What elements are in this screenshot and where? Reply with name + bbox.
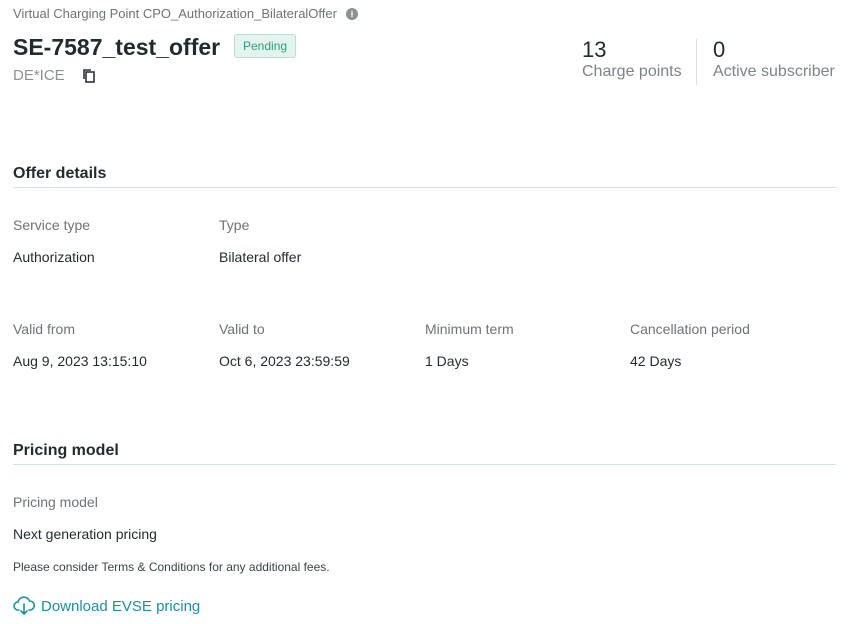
- cancellation-period-label: Cancellation period: [630, 321, 750, 337]
- operator-id-row: DE*ICE: [13, 67, 96, 84]
- operator-id: DE*ICE: [13, 67, 65, 84]
- charge-points-count: 13: [582, 37, 607, 62]
- minimum-term-value: 1 Days: [425, 353, 469, 369]
- download-evse-pricing-link[interactable]: Download EVSE pricing: [13, 596, 200, 616]
- service-type-value: Authorization: [13, 249, 95, 265]
- valid-from-label: Valid from: [13, 321, 75, 337]
- charge-points-label: Charge points: [582, 63, 682, 80]
- page-title: SE-7587_test_offer: [13, 34, 221, 60]
- breadcrumb-text: Virtual Charging Point CPO_Authorization…: [13, 6, 337, 21]
- offer-details-divider: [13, 187, 836, 188]
- download-evse-pricing-label: Download EVSE pricing: [41, 597, 201, 615]
- valid-from-value: Aug 9, 2023 13:15:10: [13, 353, 147, 369]
- cloud-download-icon: [13, 596, 35, 616]
- active-subscriber-label: Active subscriber: [713, 63, 835, 80]
- cancellation-period-value: 42 Days: [630, 353, 682, 369]
- terms-note: Please consider Terms & Conditions for a…: [13, 560, 330, 574]
- charge-points-stat: 13 Charge points: [582, 37, 682, 81]
- minimum-term-label: Minimum term: [425, 321, 514, 337]
- stats-divider: [696, 39, 697, 85]
- info-icon[interactable]: i: [345, 7, 358, 20]
- copy-icon[interactable]: [82, 68, 96, 84]
- pricing-model-label: Pricing model: [13, 494, 98, 510]
- active-subscriber-count: 0: [713, 37, 726, 62]
- status-badge: Pending: [234, 34, 297, 58]
- pricing-model-heading: Pricing model: [13, 442, 119, 459]
- service-type-label: Service type: [13, 217, 91, 233]
- type-value: Bilateral offer: [219, 249, 302, 265]
- pricing-model-value: Next generation pricing: [13, 526, 157, 542]
- breadcrumb: Virtual Charging Point CPO_Authorization…: [13, 6, 358, 21]
- pricing-model-divider: [13, 464, 836, 465]
- offer-details-heading: Offer details: [13, 165, 107, 182]
- active-subscriber-stat: 0 Active subscriber: [713, 37, 835, 81]
- valid-to-value: Oct 6, 2023 23:59:59: [219, 353, 350, 369]
- valid-to-label: Valid to: [219, 321, 265, 337]
- type-label: Type: [219, 217, 250, 233]
